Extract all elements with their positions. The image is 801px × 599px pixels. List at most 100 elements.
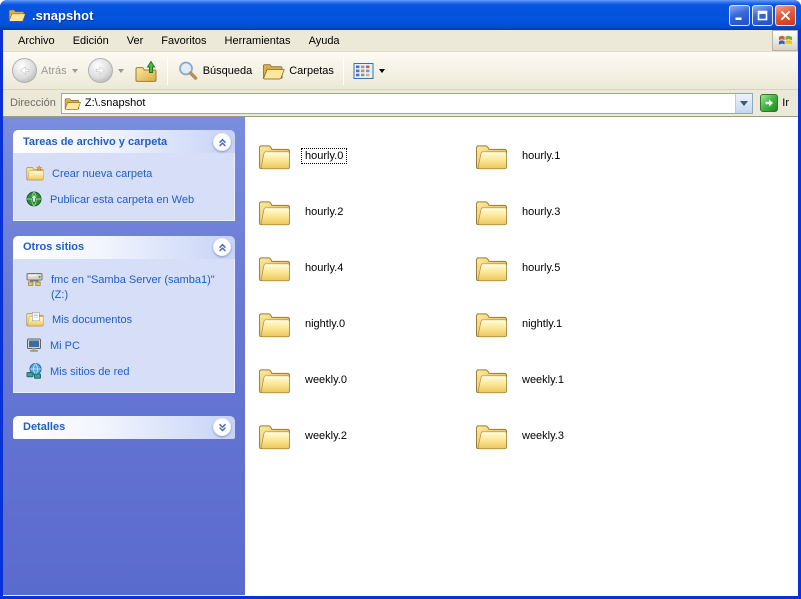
views-dropdown-icon [378, 68, 385, 73]
chevron-up-icon [218, 244, 226, 252]
back-button[interactable]: Atrás [7, 55, 83, 86]
close-button[interactable] [775, 4, 796, 26]
up-button[interactable] [129, 56, 163, 86]
folder-label: hourly.3 [522, 206, 561, 218]
search-button[interactable]: Búsqueda [172, 57, 258, 85]
folder-item[interactable]: hourly.0 [258, 128, 475, 184]
folder-icon [258, 142, 291, 170]
folder-item[interactable]: hourly.3 [475, 184, 692, 240]
menu-edicion[interactable]: Edición [64, 32, 118, 50]
folder-icon [258, 310, 291, 338]
folder-item[interactable]: nightly.1 [475, 296, 692, 352]
folder-icon [258, 254, 291, 282]
address-dropdown-button[interactable] [735, 93, 753, 113]
views-button[interactable] [348, 59, 390, 83]
panel-title: Tareas de archivo y carpeta [23, 135, 168, 148]
folder-icon [258, 422, 291, 450]
back-dropdown-icon [71, 68, 78, 73]
windows-logo-icon [778, 35, 792, 45]
title-bar[interactable]: .snapshot [0, 0, 801, 30]
forward-icon [87, 58, 113, 83]
place-label: Mis sitios de red [50, 366, 130, 379]
menu-favoritos[interactable]: Favoritos [152, 32, 215, 50]
file-list-area[interactable]: hourly.0 hourly.1 hourly.2 hourly.3 hour… [245, 117, 798, 596]
task-sidebar: Tareas de archivo y carpeta Crear nueva … [3, 117, 245, 596]
maximize-button[interactable] [752, 4, 773, 26]
close-icon [781, 10, 790, 20]
folder-label: nightly.1 [522, 318, 563, 330]
chevron-up-icon [218, 138, 226, 146]
toolbar-separator [166, 56, 168, 85]
panel-file-tasks-header[interactable]: Tareas de archivo y carpeta [13, 130, 235, 153]
collapse-button[interactable] [213, 238, 231, 257]
panel-other-places: Otros sitios fmc en "Samba Server (samba… [13, 235, 235, 393]
collapse-button[interactable] [213, 132, 231, 151]
folder-label: hourly.0 [301, 148, 348, 164]
task-create-folder[interactable]: Crear nueva carpeta [26, 165, 228, 182]
place-label: Mi PC [50, 340, 80, 353]
folder-label: nightly.0 [305, 318, 346, 330]
window-title: .snapshot [32, 7, 94, 23]
forward-button[interactable] [83, 55, 129, 86]
place-label: fmc en "Samba Server (samba1)" (Z:) [51, 273, 215, 301]
minimize-button[interactable] [729, 4, 750, 26]
place-network-drive[interactable]: fmc en "Samba Server (samba1)" (Z:) [26, 271, 228, 303]
folder-item[interactable]: nightly.0 [258, 296, 475, 352]
network-drive-icon [26, 272, 43, 286]
folder-item[interactable]: hourly.2 [258, 184, 475, 240]
place-label: Mis documentos [52, 314, 133, 327]
panel-title: Detalles [23, 421, 66, 434]
folder-item[interactable]: hourly.5 [475, 240, 692, 296]
folder-label: hourly.2 [305, 206, 344, 218]
folders-icon [263, 63, 285, 79]
folders-button[interactable]: Carpetas [257, 58, 339, 84]
folder-item[interactable]: hourly.4 [258, 240, 475, 296]
new-folder-icon [26, 165, 44, 181]
task-publish-web[interactable]: Publicar esta carpeta en Web [26, 191, 228, 208]
folder-grid: hourly.0 hourly.1 hourly.2 hourly.3 hour… [245, 117, 798, 464]
toolbar: Atrás Búsqueda Carpetas [3, 52, 798, 90]
back-label: Atrás [41, 64, 67, 77]
address-input[interactable]: Z:\.snapshot [85, 97, 735, 109]
expand-button[interactable] [213, 418, 231, 437]
windows-logo-box [772, 30, 798, 51]
panel-details-header[interactable]: Detalles [13, 415, 235, 439]
folder-label: weekly.2 [305, 430, 347, 442]
address-label: Dirección [10, 97, 56, 109]
menu-bar: Archivo Edición Ver Favoritos Herramient… [3, 30, 798, 52]
menu-archivo[interactable]: Archivo [9, 32, 64, 50]
menu-ayuda[interactable]: Ayuda [300, 32, 349, 50]
my-computer-icon [27, 338, 41, 352]
folder-label: hourly.1 [522, 150, 561, 162]
folder-item[interactable]: weekly.3 [475, 408, 692, 464]
place-network-places[interactable]: Mis sitios de red [26, 363, 228, 380]
explorer-window: .snapshot Archivo Edición Ver Favoritos … [0, 0, 801, 599]
place-my-documents[interactable]: Mis documentos [26, 311, 228, 328]
folder-icon [258, 366, 291, 394]
folder-icon [475, 198, 508, 226]
place-my-pc[interactable]: Mi PC [26, 337, 228, 354]
publish-web-icon [26, 191, 42, 207]
go-icon [760, 94, 779, 112]
address-folder-icon [64, 97, 81, 110]
address-combo[interactable]: Z:\.snapshot [60, 92, 754, 114]
menu-herramientas[interactable]: Herramientas [216, 32, 300, 50]
folders-label: Carpetas [289, 64, 334, 77]
views-icon [353, 62, 374, 79]
folder-item[interactable]: weekly.0 [258, 352, 475, 408]
folder-icon [475, 422, 508, 450]
up-icon [135, 60, 157, 82]
folder-item[interactable]: hourly.1 [475, 128, 692, 184]
search-label: Búsqueda [202, 64, 253, 77]
folder-label: weekly.0 [305, 374, 347, 386]
folder-icon [475, 310, 508, 338]
folder-item[interactable]: weekly.1 [475, 352, 692, 408]
minimize-icon [735, 17, 742, 20]
panel-other-places-header[interactable]: Otros sitios [13, 235, 235, 259]
folder-item[interactable]: weekly.2 [258, 408, 475, 464]
folder-icon [258, 198, 291, 226]
menu-ver[interactable]: Ver [118, 32, 153, 50]
chevron-down-icon [740, 100, 749, 106]
go-button[interactable]: Ir [758, 93, 794, 113]
folder-icon [475, 254, 508, 282]
